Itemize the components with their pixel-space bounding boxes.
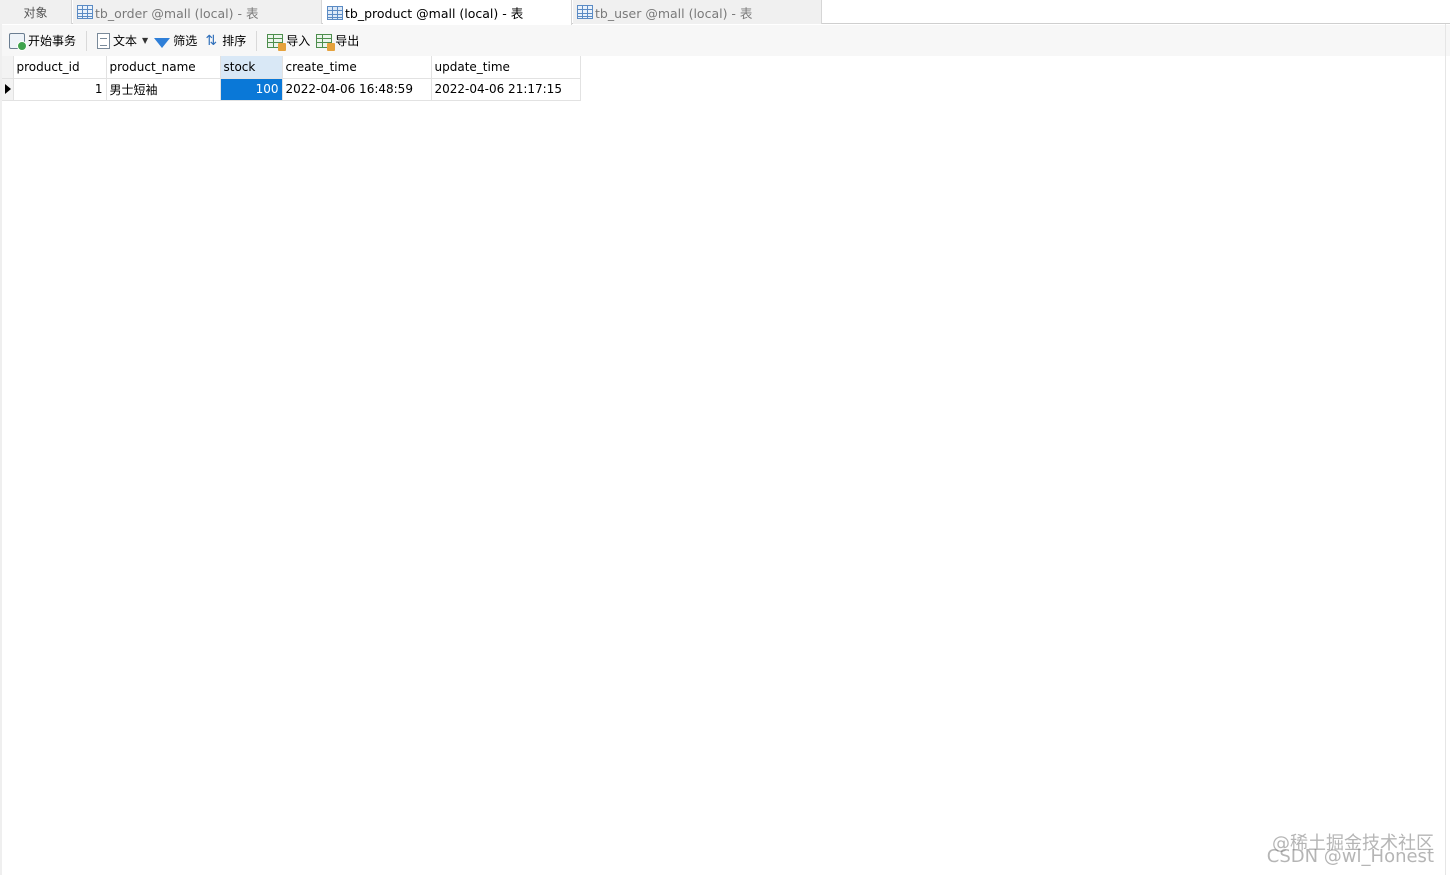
right-border <box>1445 24 1446 875</box>
column-header-product-name[interactable]: product_name <box>106 56 221 79</box>
tab-label: tb_product @mall (local) - 表 <box>345 6 524 21</box>
row-indicator[interactable] <box>2 78 14 101</box>
tab-tb-product[interactable]: tb_product @mall (local) - 表 <box>323 0 572 25</box>
text-button[interactable]: 文本 ▼ <box>94 30 151 52</box>
data-grid: product_id product_name stock create_tim… <box>2 56 581 101</box>
table-icon <box>77 5 93 19</box>
header-row: product_id product_name stock create_tim… <box>2 56 581 79</box>
import-label: 导入 <box>286 34 311 48</box>
import-button[interactable]: 导入 <box>264 30 313 52</box>
tab-tb-order[interactable]: tb_order @mall (local) - 表 <box>73 0 322 24</box>
export-icon <box>316 33 336 51</box>
row-indicator-header <box>2 56 14 79</box>
export-label: 导出 <box>335 34 360 48</box>
sort-label: 排序 <box>222 34 247 48</box>
left-border <box>0 24 2 875</box>
toolbar: 开始事务 文本 ▼ 筛选 ⇅ 排序 导入 导出 <box>0 25 1450 56</box>
transaction-icon <box>9 32 27 51</box>
tab-tb-user[interactable]: tb_user @mall (local) - 表 <box>573 0 822 24</box>
column-header-update-time[interactable]: update_time <box>431 56 581 79</box>
sort-icon: ⇅ <box>205 32 218 49</box>
toolbar-divider <box>256 30 258 51</box>
document-icon <box>97 32 111 49</box>
tab-bar: 对象 tb_order @mall (local) - 表 tb_product… <box>0 0 1450 25</box>
import-icon <box>267 33 287 51</box>
tab-label: tb_order @mall (local) - 表 <box>95 5 259 21</box>
export-button[interactable]: 导出 <box>313 30 362 52</box>
column-header-product-id[interactable]: product_id <box>13 56 107 79</box>
column-header-create-time[interactable]: create_time <box>282 56 432 79</box>
sort-button[interactable]: ⇅ 排序 <box>200 30 249 52</box>
text-label: 文本 <box>113 34 138 48</box>
tab-label: tb_user @mall (local) - 表 <box>595 5 753 21</box>
watermark-csdn: CSDN @wl_Honest <box>1266 846 1434 867</box>
filter-label: 筛选 <box>173 34 198 48</box>
filter-button[interactable]: 筛选 <box>151 30 200 52</box>
tab-objects-label: 对象 <box>23 5 48 20</box>
cell-update-time[interactable]: 2022-04-06 21:17:15 <box>431 78 581 101</box>
current-row-arrow-icon <box>5 84 11 94</box>
begin-transaction-label: 开始事务 <box>28 34 77 48</box>
column-header-stock[interactable]: stock <box>220 56 283 79</box>
cell-product-name[interactable]: 男士短袖 <box>106 78 221 101</box>
tab-objects[interactable]: 对象 <box>0 0 72 24</box>
toolbar-divider <box>86 30 88 51</box>
begin-transaction-button[interactable]: 开始事务 <box>6 30 79 52</box>
cell-create-time[interactable]: 2022-04-06 16:48:59 <box>282 78 432 101</box>
filter-icon <box>154 37 171 48</box>
cell-stock[interactable]: 100 <box>220 78 283 101</box>
cell-product-id[interactable]: 1 <box>13 78 107 101</box>
table-icon <box>577 5 593 19</box>
table-icon <box>327 5 343 20</box>
chevron-down-icon[interactable]: ▼ <box>142 36 148 45</box>
table-row[interactable]: 1 男士短袖 100 2022-04-06 16:48:59 2022-04-0… <box>2 78 581 101</box>
